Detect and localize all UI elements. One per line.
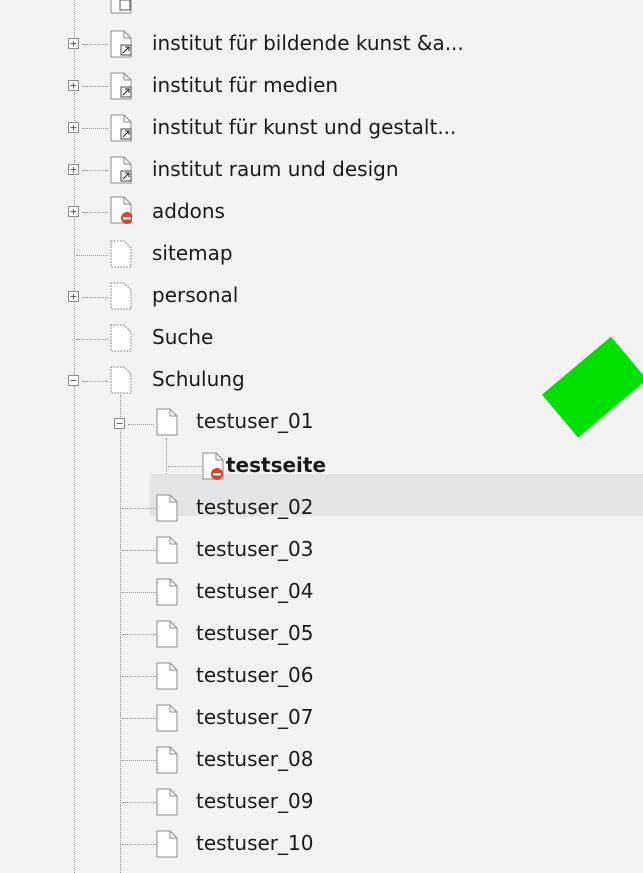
expand-toggle[interactable]: + (68, 80, 79, 91)
page-icon[interactable] (110, 240, 132, 268)
tree-item-label[interactable]: personal (152, 284, 238, 306)
page-icon[interactable] (156, 788, 178, 816)
tree-connector (120, 395, 121, 873)
tree-item-label[interactable]: testuser_05 (196, 622, 313, 644)
expand-toggle[interactable]: + (68, 291, 79, 302)
restricted-page-icon[interactable] (110, 196, 132, 224)
tree-item-label[interactable]: Suche (152, 326, 213, 348)
page-icon[interactable] (110, 366, 132, 394)
restricted-page-icon[interactable] (202, 452, 224, 480)
shortcut-page-icon[interactable] (110, 30, 132, 58)
shortcut-page-icon[interactable] (110, 72, 132, 100)
tree-item-label[interactable]: testuser_06 (196, 664, 313, 686)
tree-item-label[interactable]: institut für bildende kunst &a... (152, 32, 464, 54)
tree-item-label[interactable]: testuser_01 (196, 410, 313, 432)
tree-item-label[interactable]: testuser_10 (196, 832, 313, 854)
page-icon[interactable] (156, 578, 178, 606)
tree-item-label[interactable]: testuser_02 (196, 496, 313, 518)
tree-item-label[interactable]: testuser_08 (196, 748, 313, 770)
page-icon[interactable] (156, 408, 178, 436)
page-icon[interactable] (156, 746, 178, 774)
tree-item-label[interactable]: institut für kunst und gestalt... (152, 116, 456, 138)
tree-item-label[interactable]: sitemap (152, 242, 233, 264)
tree-item-label[interactable]: addons (152, 200, 225, 222)
shortcut-page-icon[interactable] (110, 114, 132, 142)
expand-toggle[interactable]: + (68, 122, 79, 133)
page-tree: + institut für bildende kunst &a... + in… (0, 0, 643, 873)
page-icon[interactable] (156, 494, 178, 522)
page-icon[interactable] (156, 830, 178, 858)
shortcut-page-icon[interactable] (110, 156, 132, 184)
page-icon[interactable] (156, 620, 178, 648)
page-icon[interactable] (156, 662, 178, 690)
expand-toggle[interactable]: + (68, 38, 79, 49)
tree-item-label[interactable]: institut für medien (152, 74, 338, 96)
tree-item-label[interactable]: institut raum und design (152, 158, 399, 180)
tree-item-label[interactable]: testuser_03 (196, 538, 313, 560)
shortcut-page-icon (110, 0, 132, 14)
tree-item-label[interactable]: Schulung (152, 368, 245, 390)
pointer-arrow-annotation (542, 336, 643, 438)
tree-item-label[interactable]: testuser_09 (196, 790, 313, 812)
tree-item-label[interactable]: testuser_07 (196, 706, 313, 728)
page-icon[interactable] (156, 536, 178, 564)
tree-item-label[interactable]: testuser_04 (196, 580, 313, 602)
page-icon[interactable] (156, 704, 178, 732)
collapse-toggle[interactable]: − (114, 418, 125, 429)
page-icon[interactable] (110, 282, 132, 310)
collapse-toggle[interactable]: − (68, 375, 79, 386)
tree-item-label-selected[interactable]: testseite (226, 454, 326, 476)
expand-toggle[interactable]: + (68, 164, 79, 175)
expand-toggle[interactable]: + (68, 206, 79, 217)
page-icon[interactable] (110, 324, 132, 352)
tree-connector (166, 438, 167, 478)
